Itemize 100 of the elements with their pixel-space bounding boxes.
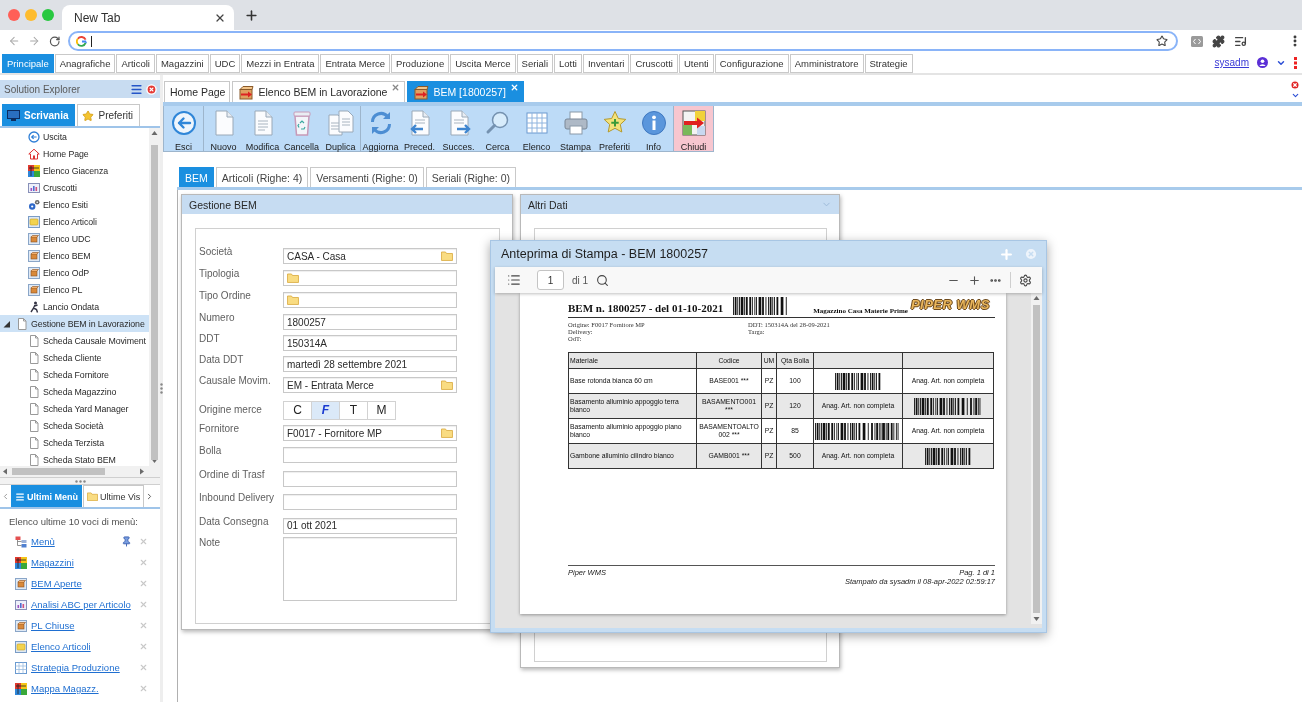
toolbar-button[interactable]: Preced.: [400, 106, 439, 151]
text-field[interactable]: 01 ott 2021: [283, 517, 457, 534]
search-icon[interactable]: [596, 273, 610, 287]
menu-tab[interactable]: Amministratore: [789, 54, 864, 73]
forward-icon[interactable]: [28, 34, 41, 48]
menu-tab[interactable]: Lotti: [554, 54, 582, 73]
toolbar-button[interactable]: Duplica: [321, 106, 360, 151]
toolbar-button[interactable]: Cerca: [478, 106, 517, 151]
tree-item[interactable]: Gestione BEM in Lavorazione: [0, 315, 149, 332]
menu-tab[interactable]: UDC: [209, 54, 241, 73]
chevron-left-icon[interactable]: [1, 491, 10, 501]
folder-icon[interactable]: [287, 273, 299, 283]
bookmark-star-icon[interactable]: [1156, 35, 1168, 47]
queue-list-icon[interactable]: [1234, 34, 1247, 48]
tree-item[interactable]: Scheda Stato BEM: [0, 451, 149, 468]
menu-link[interactable]: BEM Aperte: [31, 578, 82, 589]
collapse-triangle-icon[interactable]: [3, 319, 10, 328]
toolbar-button[interactable]: Cancella: [282, 106, 321, 151]
menu-tab[interactable]: Seriali: [516, 54, 553, 73]
tree-item[interactable]: Elenco UDC: [0, 230, 149, 247]
chevron-down-icon[interactable]: [1290, 91, 1300, 100]
tree-item[interactable]: Home Page: [0, 145, 149, 162]
toolbar-button[interactable]: Chiudi: [674, 106, 713, 151]
tree-item[interactable]: Lancio Ondata: [0, 298, 149, 315]
horizontal-scrollbar[interactable]: [0, 466, 160, 477]
menu-link[interactable]: Strategia Produzione: [31, 662, 120, 673]
reload-icon[interactable]: [48, 34, 60, 48]
menu-link[interactable]: Menù: [31, 536, 55, 547]
text-field[interactable]: 1800257: [283, 314, 457, 330]
plus-icon[interactable]: [968, 273, 981, 287]
menu-link[interactable]: Analisi ABC per Articolo: [31, 599, 131, 610]
lookup-field[interactable]: CASA - Casa: [283, 248, 457, 264]
menu-tab[interactable]: Mezzi in Entrata: [241, 54, 320, 73]
outline-list-icon[interactable]: [507, 273, 521, 287]
menu-link[interactable]: Elenco Articoli: [31, 641, 91, 652]
toolbar-button[interactable]: Aggiorna: [361, 106, 400, 151]
menu-link[interactable]: PL Chiuse: [31, 620, 75, 631]
browser-tab[interactable]: New Tab: [62, 5, 234, 30]
lookup-field[interactable]: [283, 270, 457, 286]
tree-item[interactable]: Elenco OdP: [0, 264, 149, 281]
sidebar-tab[interactable]: Ultime Vis: [83, 485, 145, 507]
menu-tab[interactable]: Magazzini: [155, 54, 209, 73]
tree-item[interactable]: Elenco PL: [0, 281, 149, 298]
menu-tab[interactable]: Articoli: [116, 54, 155, 73]
toolbar-button[interactable]: Stampa: [556, 106, 595, 151]
address-field[interactable]: [68, 31, 1178, 51]
tree-item[interactable]: Cruscotti: [0, 179, 149, 196]
user-avatar-icon[interactable]: [1257, 57, 1268, 68]
menu-tab[interactable]: Entrata Merce: [320, 54, 391, 73]
note-field[interactable]: [283, 536, 457, 601]
toolbar-button[interactable]: Preferiti: [595, 106, 634, 151]
page-number-field[interactable]: 1: [537, 270, 564, 290]
lookup-field[interactable]: F0017 - Fornitore MP: [283, 425, 457, 441]
user-link[interactable]: sysadm: [1214, 57, 1249, 68]
toolbar-button[interactable]: Nuovo: [204, 106, 243, 151]
tree-item[interactable]: Scheda Terzista: [0, 434, 149, 451]
tree-item[interactable]: Elenco BEM: [0, 247, 149, 264]
toolbar-button[interactable]: Succes.: [439, 106, 478, 151]
settings-icon[interactable]: [1019, 273, 1032, 287]
folder-icon[interactable]: [441, 380, 453, 390]
toolbar-button[interactable]: Modifica: [243, 106, 282, 151]
window-maximize-icon[interactable]: [42, 9, 54, 21]
text-field[interactable]: [283, 494, 457, 510]
folder-icon[interactable]: [287, 295, 299, 305]
folder-icon[interactable]: [441, 428, 453, 438]
toolbar-button[interactable]: Esci: [164, 106, 203, 151]
tree-item[interactable]: Scheda Yard Manager: [0, 400, 149, 417]
toolbar-button[interactable]: Info: [634, 106, 673, 151]
toolbar-button[interactable]: Elenco: [517, 106, 556, 151]
text-field[interactable]: [283, 470, 457, 487]
back-icon[interactable]: [8, 34, 21, 48]
tree-item[interactable]: Elenco Esiti: [0, 196, 149, 213]
tree-item[interactable]: Scheda Cliente: [0, 349, 149, 366]
menu-tab[interactable]: Configurazione: [714, 54, 789, 73]
menu-tab[interactable]: Utenti: [678, 54, 714, 73]
pin-icon[interactable]: [121, 536, 132, 547]
toggle-option[interactable]: C: [283, 400, 312, 420]
menu-link[interactable]: Magazzini: [31, 557, 74, 568]
tree-item[interactable]: Uscita: [0, 128, 149, 145]
menu-tab[interactable]: Strategie: [864, 54, 913, 73]
tree-item[interactable]: Elenco Articoli: [0, 213, 149, 230]
document-tab[interactable]: Home Page: [164, 81, 231, 102]
vertical-scrollbar[interactable]: [1031, 293, 1042, 624]
text-field[interactable]: [283, 447, 457, 463]
menu-link[interactable]: Mappa Magazz.: [31, 683, 99, 694]
text-field[interactable]: martedì 28 settembre 2021: [283, 356, 457, 372]
document-tab[interactable]: Elenco BEM in Lavorazione: [232, 81, 406, 102]
code-tile-icon[interactable]: [1191, 35, 1203, 47]
plus-icon[interactable]: [244, 7, 259, 23]
tree-item[interactable]: Scheda Società: [0, 417, 149, 434]
tree-item[interactable]: Scheda Causale Moviment: [0, 332, 149, 349]
menu-tab[interactable]: Anagrafiche: [54, 54, 116, 73]
window-close-icon[interactable]: [8, 9, 20, 21]
form-tab[interactable]: Versamenti (Righe: 0): [310, 167, 424, 187]
folder-icon[interactable]: [441, 251, 453, 261]
window-minimize-icon[interactable]: [25, 9, 37, 21]
menu-tab[interactable]: Uscita Merce: [450, 54, 516, 73]
vertical-scrollbar[interactable]: [149, 128, 160, 466]
folder-icon[interactable]: [87, 491, 98, 502]
lookup-field[interactable]: [283, 292, 457, 308]
